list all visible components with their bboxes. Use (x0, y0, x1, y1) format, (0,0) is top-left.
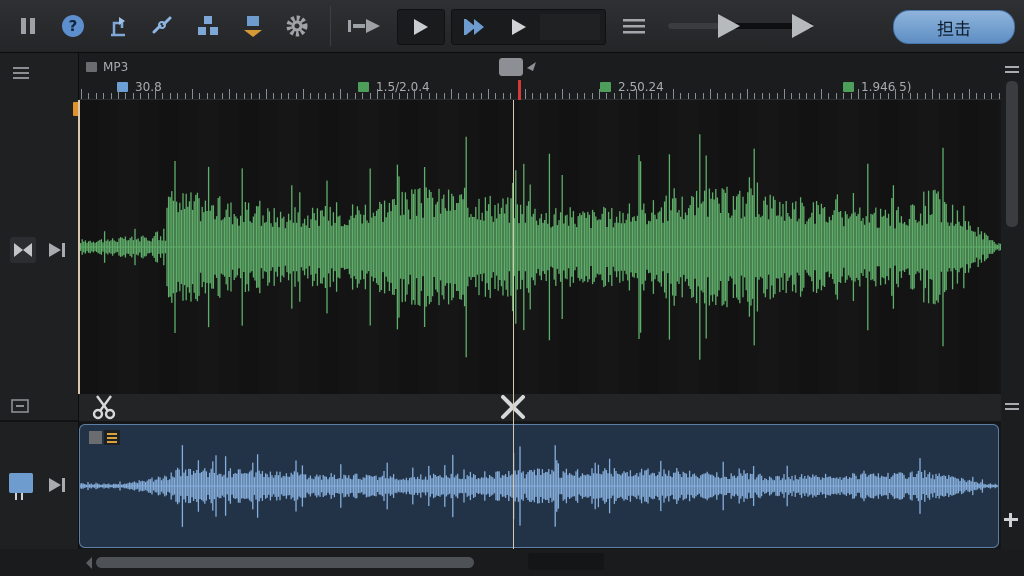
selection-start-line (78, 100, 80, 394)
ruler-tick (858, 89, 859, 99)
skip-clip-icon[interactable] (44, 473, 70, 497)
selected-clip-icon[interactable] (7, 471, 37, 503)
ruler-tick (636, 89, 637, 99)
playhead-marker (518, 80, 521, 100)
ruler-tick (229, 89, 230, 99)
waveform-blue (80, 445, 998, 527)
ruler-tick (525, 89, 526, 99)
zoom-indicator (528, 553, 604, 570)
link-icon[interactable] (145, 8, 179, 44)
ruler-tick (192, 89, 193, 99)
ruler-tick (81, 89, 82, 99)
transport-display (540, 14, 600, 40)
ruler-tick (118, 89, 119, 99)
primary-action-button[interactable]: 担击 (893, 10, 1015, 44)
track-menu-icon[interactable] (1005, 402, 1021, 412)
effects-icon[interactable] (191, 8, 225, 44)
horizontal-scroll-thumb[interactable] (96, 557, 474, 568)
marker-label: 1.946 5) (861, 80, 912, 94)
toolbar-separator (330, 6, 331, 46)
ruler-tick (303, 89, 304, 99)
cut-strip (79, 394, 1001, 421)
ruler-tick (340, 89, 341, 99)
skip-track-icon[interactable] (44, 238, 70, 262)
export-icon[interactable] (236, 8, 270, 44)
right-scroll-column (1001, 53, 1024, 553)
ruler-tick (895, 89, 896, 99)
transport-group (451, 9, 606, 45)
ruler-tick (932, 89, 933, 99)
ruler-tick (710, 89, 711, 99)
ruler-tick (784, 89, 785, 99)
ruler-tick (488, 89, 489, 99)
playhead-arrow-icon (527, 62, 536, 71)
svg-text:?: ? (69, 17, 78, 35)
menu-icon[interactable] (617, 8, 651, 44)
ruler-tick (414, 89, 415, 99)
rewind-icon[interactable] (346, 8, 384, 44)
format-label: MP3 (103, 60, 129, 74)
audio-clip-selected[interactable] (79, 424, 999, 548)
volume-knob[interactable] (716, 12, 742, 40)
ruler-tick (673, 89, 674, 99)
marker-label: 1.5/2.0.4 (376, 80, 430, 94)
track-controls-column (0, 53, 79, 553)
settings-icon[interactable] (280, 8, 314, 44)
marker-label: 30.8 (135, 80, 162, 94)
ruler-tick (969, 89, 970, 99)
marker-icon (600, 82, 611, 92)
timeline-ruler[interactable]: MP3 30.8 1.5/2.0.4 2.50.24 1.946 5) 11IL… (79, 53, 1001, 100)
clip-menu-icon[interactable] (89, 429, 125, 447)
track-divider (0, 420, 78, 422)
play-icon (414, 19, 428, 35)
track-list-menu-icon[interactable] (8, 63, 34, 83)
ruler-tick (821, 89, 822, 99)
track-menu-icon[interactable] (1005, 65, 1021, 75)
marker-icon (843, 82, 854, 92)
format-icon (86, 62, 97, 72)
playhead-line (513, 100, 515, 549)
ruler-tick (266, 89, 267, 99)
marker-icon (358, 82, 369, 92)
ruler-tick (155, 89, 156, 99)
import-icon[interactable] (101, 8, 135, 44)
volume-max-icon (792, 14, 814, 38)
play-button[interactable] (397, 9, 445, 45)
ruler-tick (562, 89, 563, 99)
add-track-icon[interactable] (1003, 512, 1019, 528)
ruler-tick (747, 89, 748, 99)
waveform-green (79, 100, 1001, 394)
playhead-grip[interactable] (499, 58, 523, 76)
ruler-tick (377, 89, 378, 99)
toolbar: ? 担击 (0, 0, 1024, 53)
audio-track-1[interactable] (79, 100, 1001, 394)
scissors-icon[interactable] (90, 393, 118, 421)
play-icon[interactable] (500, 10, 540, 44)
help-icon[interactable]: ? (56, 8, 90, 44)
ruler-tick (451, 89, 452, 99)
vertical-scrollbar[interactable] (1006, 81, 1018, 227)
marker-label: 2.50.24 (618, 80, 664, 94)
track-settings-icon[interactable] (7, 395, 33, 417)
scroll-left-icon[interactable] (84, 556, 94, 570)
mute-track-icon[interactable] (10, 237, 36, 263)
ruler-tick (599, 89, 600, 99)
play-selection-icon[interactable] (456, 10, 496, 44)
pause-icon[interactable] (11, 8, 45, 44)
